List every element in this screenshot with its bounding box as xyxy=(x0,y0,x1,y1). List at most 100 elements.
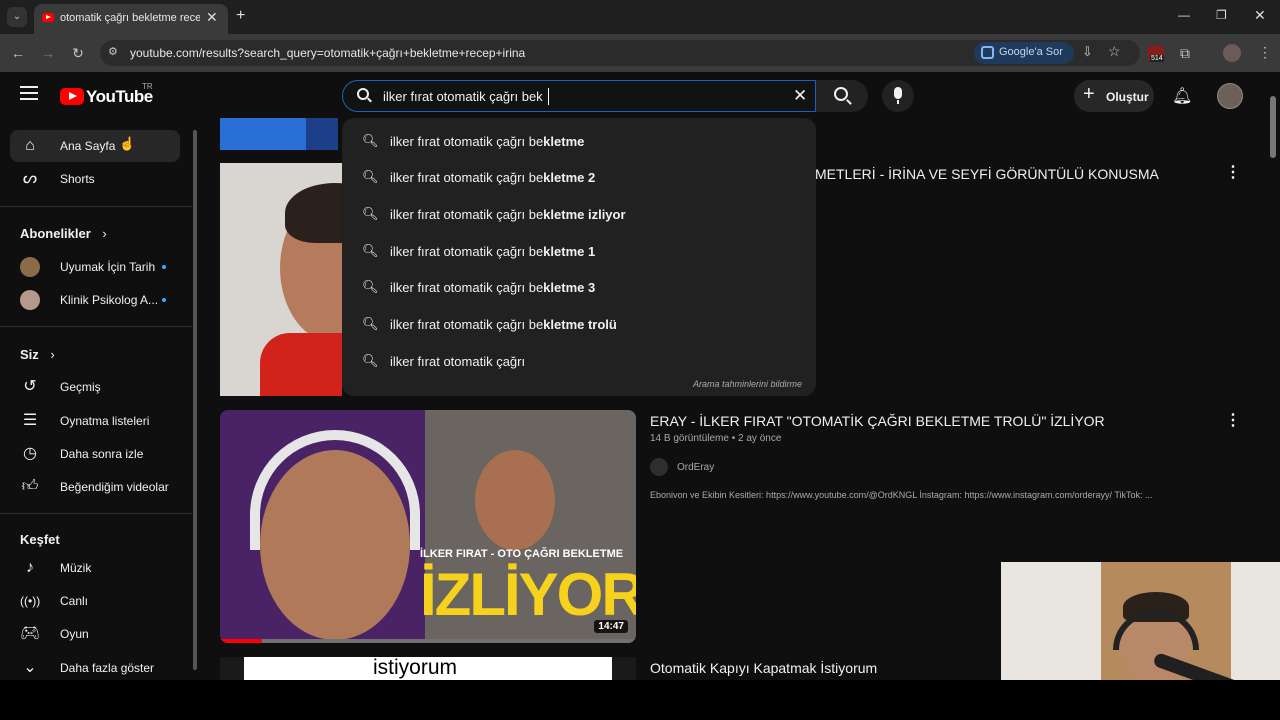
sidebar-item-music[interactable]: ♪ Müzik xyxy=(10,552,180,584)
close-window-icon[interactable]: ✕ xyxy=(1254,7,1266,24)
search-icon: 🔍︎ xyxy=(362,353,379,368)
chevron-right-icon: › xyxy=(102,226,107,241)
result-thumbnail[interactable] xyxy=(220,118,338,150)
result-thumbnail[interactable]: İLKER FIRAT - OTO ÇAĞRI BEKLETME İZLİYOR… xyxy=(220,410,636,643)
video-duration: 14:47 xyxy=(594,620,628,633)
person-face-right xyxy=(475,450,555,550)
plus-icon: + xyxy=(1083,83,1095,105)
you-header-label: Siz xyxy=(20,347,39,362)
sidebar-item-live[interactable]: ((•)) Canlı xyxy=(10,585,180,617)
suggestion-item[interactable]: 🔍︎ ilker fırat otomatik çağrı be kletme 1 xyxy=(362,241,595,261)
new-tab-icon[interactable]: + xyxy=(236,7,245,25)
install-app-icon[interactable]: ⇩ xyxy=(1082,44,1093,60)
search-button[interactable] xyxy=(816,80,868,112)
suggestion-item[interactable]: 🔍︎ ilker fırat otomatik çağrı be kletme iz… xyxy=(362,204,626,224)
page-scrollbar-thumb[interactable] xyxy=(1270,96,1276,158)
minimize-icon[interactable]: — xyxy=(1178,8,1190,22)
browser-tab[interactable]: otomatik çağrı bekletme recep ✕ xyxy=(34,4,228,34)
suggestion-item[interactable]: 🔍︎ ilker fırat otomatik çağrı be kletme xyxy=(362,131,584,151)
sidebar-item-gaming[interactable]: 🎮︎ Oyun xyxy=(10,618,180,650)
sidebar-item-playlists[interactable]: ☰ Oynatma listeleri xyxy=(10,405,180,437)
browser-menu-icon[interactable]: ⋮ xyxy=(1258,44,1272,61)
thumbnail-overlay-top: İLKER FIRAT - OTO ÇAĞRI BEKLETME xyxy=(420,548,624,560)
youtube-favicon-icon xyxy=(42,13,54,22)
live-icon: ((•)) xyxy=(20,594,41,608)
sidebar-item-label: Uyumak İçin Tarih xyxy=(60,260,156,274)
forward-icon[interactable]: → xyxy=(38,43,58,63)
search-input[interactable]: ilker fırat otomatik çağrı bek xyxy=(383,89,543,104)
sidebar-item-history[interactable]: ↺ Geçmiş xyxy=(10,371,180,403)
video-title[interactable]: METLERİ - İRİNA VE SEYFİ GÖRÜNTÜLÜ KONUS… xyxy=(815,166,1159,182)
sidebar-item-label: Canlı xyxy=(60,594,89,608)
clock-icon: ◷ xyxy=(23,445,37,462)
reload-icon[interactable]: ↻ xyxy=(68,43,88,63)
restore-icon[interactable]: ❐ xyxy=(1216,8,1227,22)
channel-name[interactable]: OrdEray xyxy=(677,462,714,473)
search-icon: 🔍︎ xyxy=(362,243,379,258)
more-actions-icon[interactable]: ⋮ xyxy=(1225,410,1241,430)
thumbnail-overlay-big: İZLİYOR xyxy=(420,561,636,628)
google-sor-button[interactable]: Google'a Sor xyxy=(974,42,1074,64)
sidebar-item-shorts[interactable]: ᔕ Shorts xyxy=(10,163,180,195)
subscriptions-header-label: Abonelikler xyxy=(20,226,91,241)
sidebar-item-liked-videos[interactable]: 👍︎ Beğendiğim videolar xyxy=(10,471,180,503)
search-suggestions-dropdown: 🔍︎ ilker fırat otomatik çağrı be kletme 🔍︎… xyxy=(342,118,816,396)
site-info-icon[interactable]: ⚙ xyxy=(108,45,118,58)
suggestion-item[interactable]: 🔍︎ ilker fırat otomatik çağrı be kletme 3 xyxy=(362,277,595,297)
sidebar-item-label: Oyun xyxy=(60,627,89,641)
tab-title: otomatik çağrı bekletme recep xyxy=(60,12,200,24)
subscriptions-header[interactable]: Abonelikler › xyxy=(20,226,107,241)
bookmark-star-icon[interactable]: ☆ xyxy=(1108,43,1121,60)
video-metadata: 14 B görüntüleme • 2 ay önce xyxy=(650,433,782,444)
guide-menu-icon[interactable] xyxy=(20,86,38,100)
notifications-bell-icon[interactable]: 🔔︎ xyxy=(1172,86,1192,106)
sidebar-item-home[interactable]: ⌂ Ana Sayfa xyxy=(10,130,180,162)
you-header[interactable]: Siz › xyxy=(20,347,55,362)
tab-search-dropdown-icon[interactable]: ⌄ xyxy=(7,7,27,27)
video-title[interactable]: Otomatik Kapıyı Kapatmak İstiyorum xyxy=(650,660,877,676)
suggestion-completion: kletme 3 xyxy=(543,279,596,295)
suggestion-prefix: ilker fırat otomatik çağrı be xyxy=(390,316,544,332)
shorts-icon: ᔕ xyxy=(22,170,38,187)
thumbnail-text: istiyorum xyxy=(373,657,458,679)
channel-avatar[interactable] xyxy=(650,458,668,476)
suggestion-completion: kletme izliyor xyxy=(543,206,626,222)
gamepad-icon: 🎮︎ xyxy=(20,625,41,642)
clear-search-icon[interactable]: ✕ xyxy=(793,86,807,106)
search-box[interactable]: ilker fırat otomatik çağrı bek ✕ xyxy=(342,80,816,112)
create-button[interactable]: + Oluştur xyxy=(1074,80,1154,112)
report-predictions-link[interactable]: Arama tahminlerini bildirme xyxy=(693,379,802,389)
sidebar-scrollbar[interactable] xyxy=(193,130,197,670)
suggestion-prefix: ilker fırat otomatik çağrı be xyxy=(390,243,544,259)
suggestion-item[interactable]: 🔍︎ ilker fırat otomatik çağrı xyxy=(362,351,525,371)
sidebar-item-label: Ana Sayfa xyxy=(60,139,116,153)
tab-close-icon[interactable]: ✕ xyxy=(206,9,218,26)
result-thumbnail[interactable] xyxy=(220,163,342,396)
url-text: youtube.com/results?search_query=otomati… xyxy=(130,46,526,60)
address-bar[interactable]: ⚙ youtube.com/results?search_query=otoma… xyxy=(100,40,1140,66)
extensions-puzzle-icon[interactable]: ⧉ xyxy=(1180,45,1190,62)
sidebar-item-subscription[interactable]: Uyumak İçin Tarih xyxy=(10,251,180,283)
suggestion-item[interactable]: 🔍︎ ilker fırat otomatik çağrı be kletme tr… xyxy=(362,314,617,334)
page-scrollbar[interactable] xyxy=(1268,74,1278,674)
suggestion-prefix: ilker fırat otomatik çağrı be xyxy=(390,133,544,149)
google-sor-label: Google'a Sor xyxy=(999,46,1063,58)
chevron-right-icon: › xyxy=(50,347,55,362)
youtube-logo[interactable]: YouTube TR xyxy=(60,82,160,109)
back-icon[interactable]: ← xyxy=(8,43,28,63)
sidebar-item-watch-later[interactable]: ◷ Daha sonra izle xyxy=(10,438,180,470)
more-actions-icon[interactable]: ⋮ xyxy=(1225,162,1241,182)
upload-age: 2 ay önce xyxy=(738,433,782,444)
sidebar-divider xyxy=(0,513,192,514)
history-icon: ↺ xyxy=(23,378,37,395)
account-avatar[interactable] xyxy=(1217,83,1243,109)
sidebar-item-subscription[interactable]: Klinik Psikolog A... xyxy=(10,284,180,316)
suggestion-item[interactable]: 🔍︎ ilker fırat otomatik çağrı be kletme 2 xyxy=(362,167,595,187)
explore-header: Keşfet xyxy=(20,532,60,547)
result-thumbnail[interactable]: istiyorum xyxy=(220,657,636,680)
person-hair xyxy=(285,183,342,243)
voice-search-button[interactable] xyxy=(882,80,914,112)
profile-avatar[interactable] xyxy=(1223,44,1241,62)
youtube-play-icon xyxy=(60,88,84,105)
video-title[interactable]: ERAY - İLKER FIRAT "OTOMATİK ÇAĞRI BEKLE… xyxy=(650,413,1105,429)
